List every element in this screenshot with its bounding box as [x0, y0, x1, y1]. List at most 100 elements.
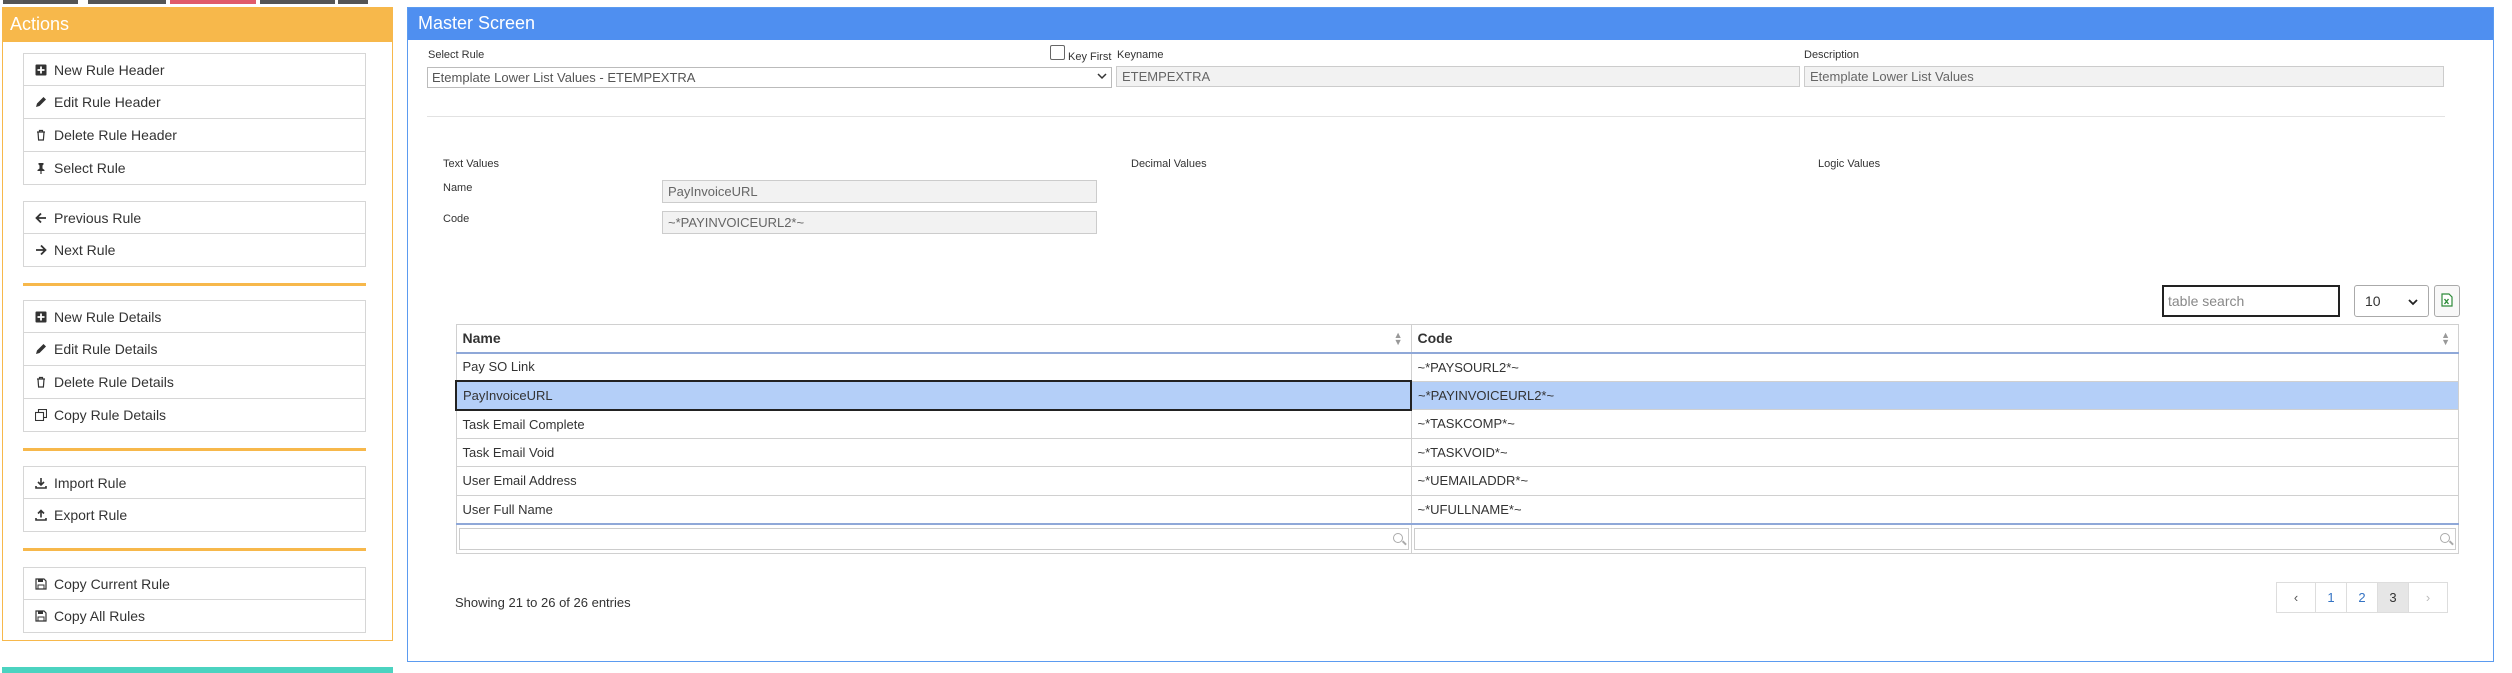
- button-label: Previous Rule: [54, 209, 142, 226]
- table-row[interactable]: Task Email Complete ~*TASKCOMP*~: [455, 409, 2459, 439]
- pagination-page-3[interactable]: 3: [2377, 582, 2409, 613]
- excel-export-button[interactable]: [2434, 285, 2460, 317]
- table-row[interactable]: User Email Address ~*UEMAILADDR*~: [455, 466, 2459, 496]
- cell-code: ~*UFULLNAME*~: [1410, 494, 2459, 524]
- table-row-selected[interactable]: PayInvoiceURL ~*PAYINVOICEURL2*~: [455, 380, 2459, 411]
- button-label: Delete Rule Header: [54, 127, 177, 143]
- key-first-label: Key First: [1068, 51, 1112, 63]
- action-group-copy: Copy Current Rule Copy All Rules: [23, 567, 366, 633]
- trash-icon: [34, 128, 48, 142]
- table-row[interactable]: Pay SO Link ~*PAYSOURL2*~: [455, 352, 2459, 382]
- column-header-code[interactable]: Code ▲ ▼: [1410, 324, 2459, 354]
- page-size-value: 10: [2365, 293, 2381, 309]
- edit-rule-header-button[interactable]: Edit Rule Header: [23, 86, 366, 119]
- copy-all-rules-button[interactable]: Copy All Rules: [23, 600, 366, 633]
- next-rule-button[interactable]: Next Rule: [23, 234, 366, 267]
- top-strip-4: [260, 0, 335, 4]
- top-strip-1: [3, 0, 78, 4]
- select-rule-value: Etemplate Lower List Values - ETEMPEXTRA: [432, 70, 696, 85]
- keyname-field[interactable]: ETEMPEXTRA: [1116, 66, 1800, 87]
- pagination-page-2[interactable]: 2: [2346, 582, 2378, 613]
- key-first-checkbox[interactable]: [1050, 45, 1065, 60]
- form-divider: [427, 116, 2445, 117]
- button-label: Edit Rule Details: [54, 341, 158, 357]
- button-label: Next Rule: [54, 242, 116, 258]
- delete-rule-header-button[interactable]: Delete Rule Header: [23, 119, 366, 152]
- arrow-left-icon: [34, 211, 48, 225]
- button-label: New Rule Details: [54, 308, 162, 325]
- description-field[interactable]: Etemplate Lower List Values: [1804, 66, 2444, 87]
- select-rule-label: Select Rule: [428, 49, 485, 61]
- button-label: Edit Rule Header: [54, 94, 161, 110]
- column-header-name[interactable]: Name ▲ ▼: [455, 324, 1412, 354]
- chevron-down-icon: [2408, 293, 2418, 309]
- description-label: Description: [1804, 49, 1860, 61]
- import-rule-button[interactable]: Import Rule: [23, 466, 366, 499]
- pagination-next[interactable]: ›: [2408, 582, 2448, 613]
- cell-name: Task Email Complete: [455, 409, 1412, 439]
- keyname-label: Keyname: [1117, 49, 1164, 61]
- table-search-input[interactable]: table search: [2162, 285, 2340, 317]
- code-field[interactable]: ~*PAYINVOICEURL2*~: [662, 211, 1097, 234]
- table-row[interactable]: User Full Name ~*UFULLNAME*~: [455, 494, 2459, 524]
- pin-icon: [34, 161, 48, 175]
- button-label: Select Rule: [54, 160, 126, 176]
- code-filter-input[interactable]: [1413, 527, 2456, 550]
- save-icon: [34, 577, 48, 591]
- action-group-navigation: Previous Rule Next Rule: [23, 201, 366, 267]
- pencil-icon: [34, 342, 48, 356]
- table-row[interactable]: Task Email Void ~*TASKVOID*~: [455, 437, 2459, 467]
- search-icon: [1392, 532, 1403, 543]
- cell-name: PayInvoiceURL: [455, 380, 1412, 411]
- sort-icon: ▲ ▼: [1393, 330, 1403, 347]
- top-strip-2: [88, 0, 166, 4]
- code-label: Code: [443, 213, 470, 225]
- cell-code: ~*UEMAILADDR*~: [1410, 466, 2459, 496]
- new-rule-header-button[interactable]: New Rule Header: [23, 53, 366, 86]
- copy-rule-details-button[interactable]: Copy Rule Details: [23, 399, 366, 432]
- edit-rule-details-button[interactable]: Edit Rule Details: [23, 333, 366, 366]
- button-label: Copy Rule Details: [54, 407, 167, 423]
- plus-square-icon: [34, 310, 48, 324]
- name-field[interactable]: PayInvoiceURL: [662, 180, 1097, 203]
- export-rule-button[interactable]: Export Rule: [23, 499, 366, 532]
- cell-name: User Email Address: [455, 466, 1412, 496]
- excel-icon: [2441, 292, 2453, 310]
- pagination-prev[interactable]: ‹: [2276, 582, 2316, 613]
- cell-code: ~*PAYSOURL2*~: [1410, 352, 2459, 382]
- new-rule-details-button[interactable]: New Rule Details: [23, 300, 366, 333]
- button-label: Copy Current Rule: [54, 575, 170, 592]
- arrow-right-icon: [34, 243, 48, 257]
- top-strip-3: [170, 0, 256, 4]
- plus-square-icon: [34, 63, 48, 77]
- select-rule-dropdown[interactable]: Etemplate Lower List Values - ETEMPEXTRA: [427, 67, 1112, 88]
- button-label: New Rule Header: [54, 61, 165, 78]
- text-values-label: Text Values: [443, 158, 500, 170]
- page-size-select[interactable]: 10: [2354, 285, 2429, 317]
- button-label: Delete Rule Details: [54, 374, 174, 390]
- copy-icon: [34, 408, 48, 422]
- cell-name: Pay SO Link: [455, 352, 1412, 382]
- previous-rule-button[interactable]: Previous Rule: [23, 201, 366, 234]
- action-group-import-export: Import Rule Export Rule: [23, 466, 366, 532]
- actions-separator: [23, 548, 366, 551]
- name-filter-input[interactable]: [458, 527, 1409, 550]
- cell-code: ~*TASKVOID*~: [1410, 437, 2459, 467]
- delete-rule-details-button[interactable]: Delete Rule Details: [23, 366, 366, 399]
- action-group-rule-header: New Rule Header Edit Rule Header Delete …: [23, 53, 366, 185]
- cell-code: ~*TASKCOMP*~: [1410, 409, 2459, 439]
- save-icon: [34, 609, 48, 623]
- cell-code: ~*PAYINVOICEURL2*~: [1410, 380, 2459, 410]
- bottom-teal-strip: [2, 667, 393, 673]
- sort-icon: ▲ ▼: [2441, 330, 2450, 347]
- action-group-rule-details: New Rule Details Edit Rule Details Delet…: [23, 300, 366, 432]
- select-rule-button[interactable]: Select Rule: [23, 152, 366, 185]
- upload-icon: [34, 508, 48, 522]
- button-label: Copy All Rules: [54, 608, 146, 624]
- actions-title: Actions: [3, 8, 392, 42]
- copy-current-rule-button[interactable]: Copy Current Rule: [23, 567, 366, 600]
- logic-values-label: Logic Values: [1818, 158, 1881, 170]
- cell-name: Task Email Void: [455, 437, 1412, 467]
- actions-separator: [23, 283, 366, 286]
- pagination-page-1[interactable]: 1: [2315, 582, 2347, 613]
